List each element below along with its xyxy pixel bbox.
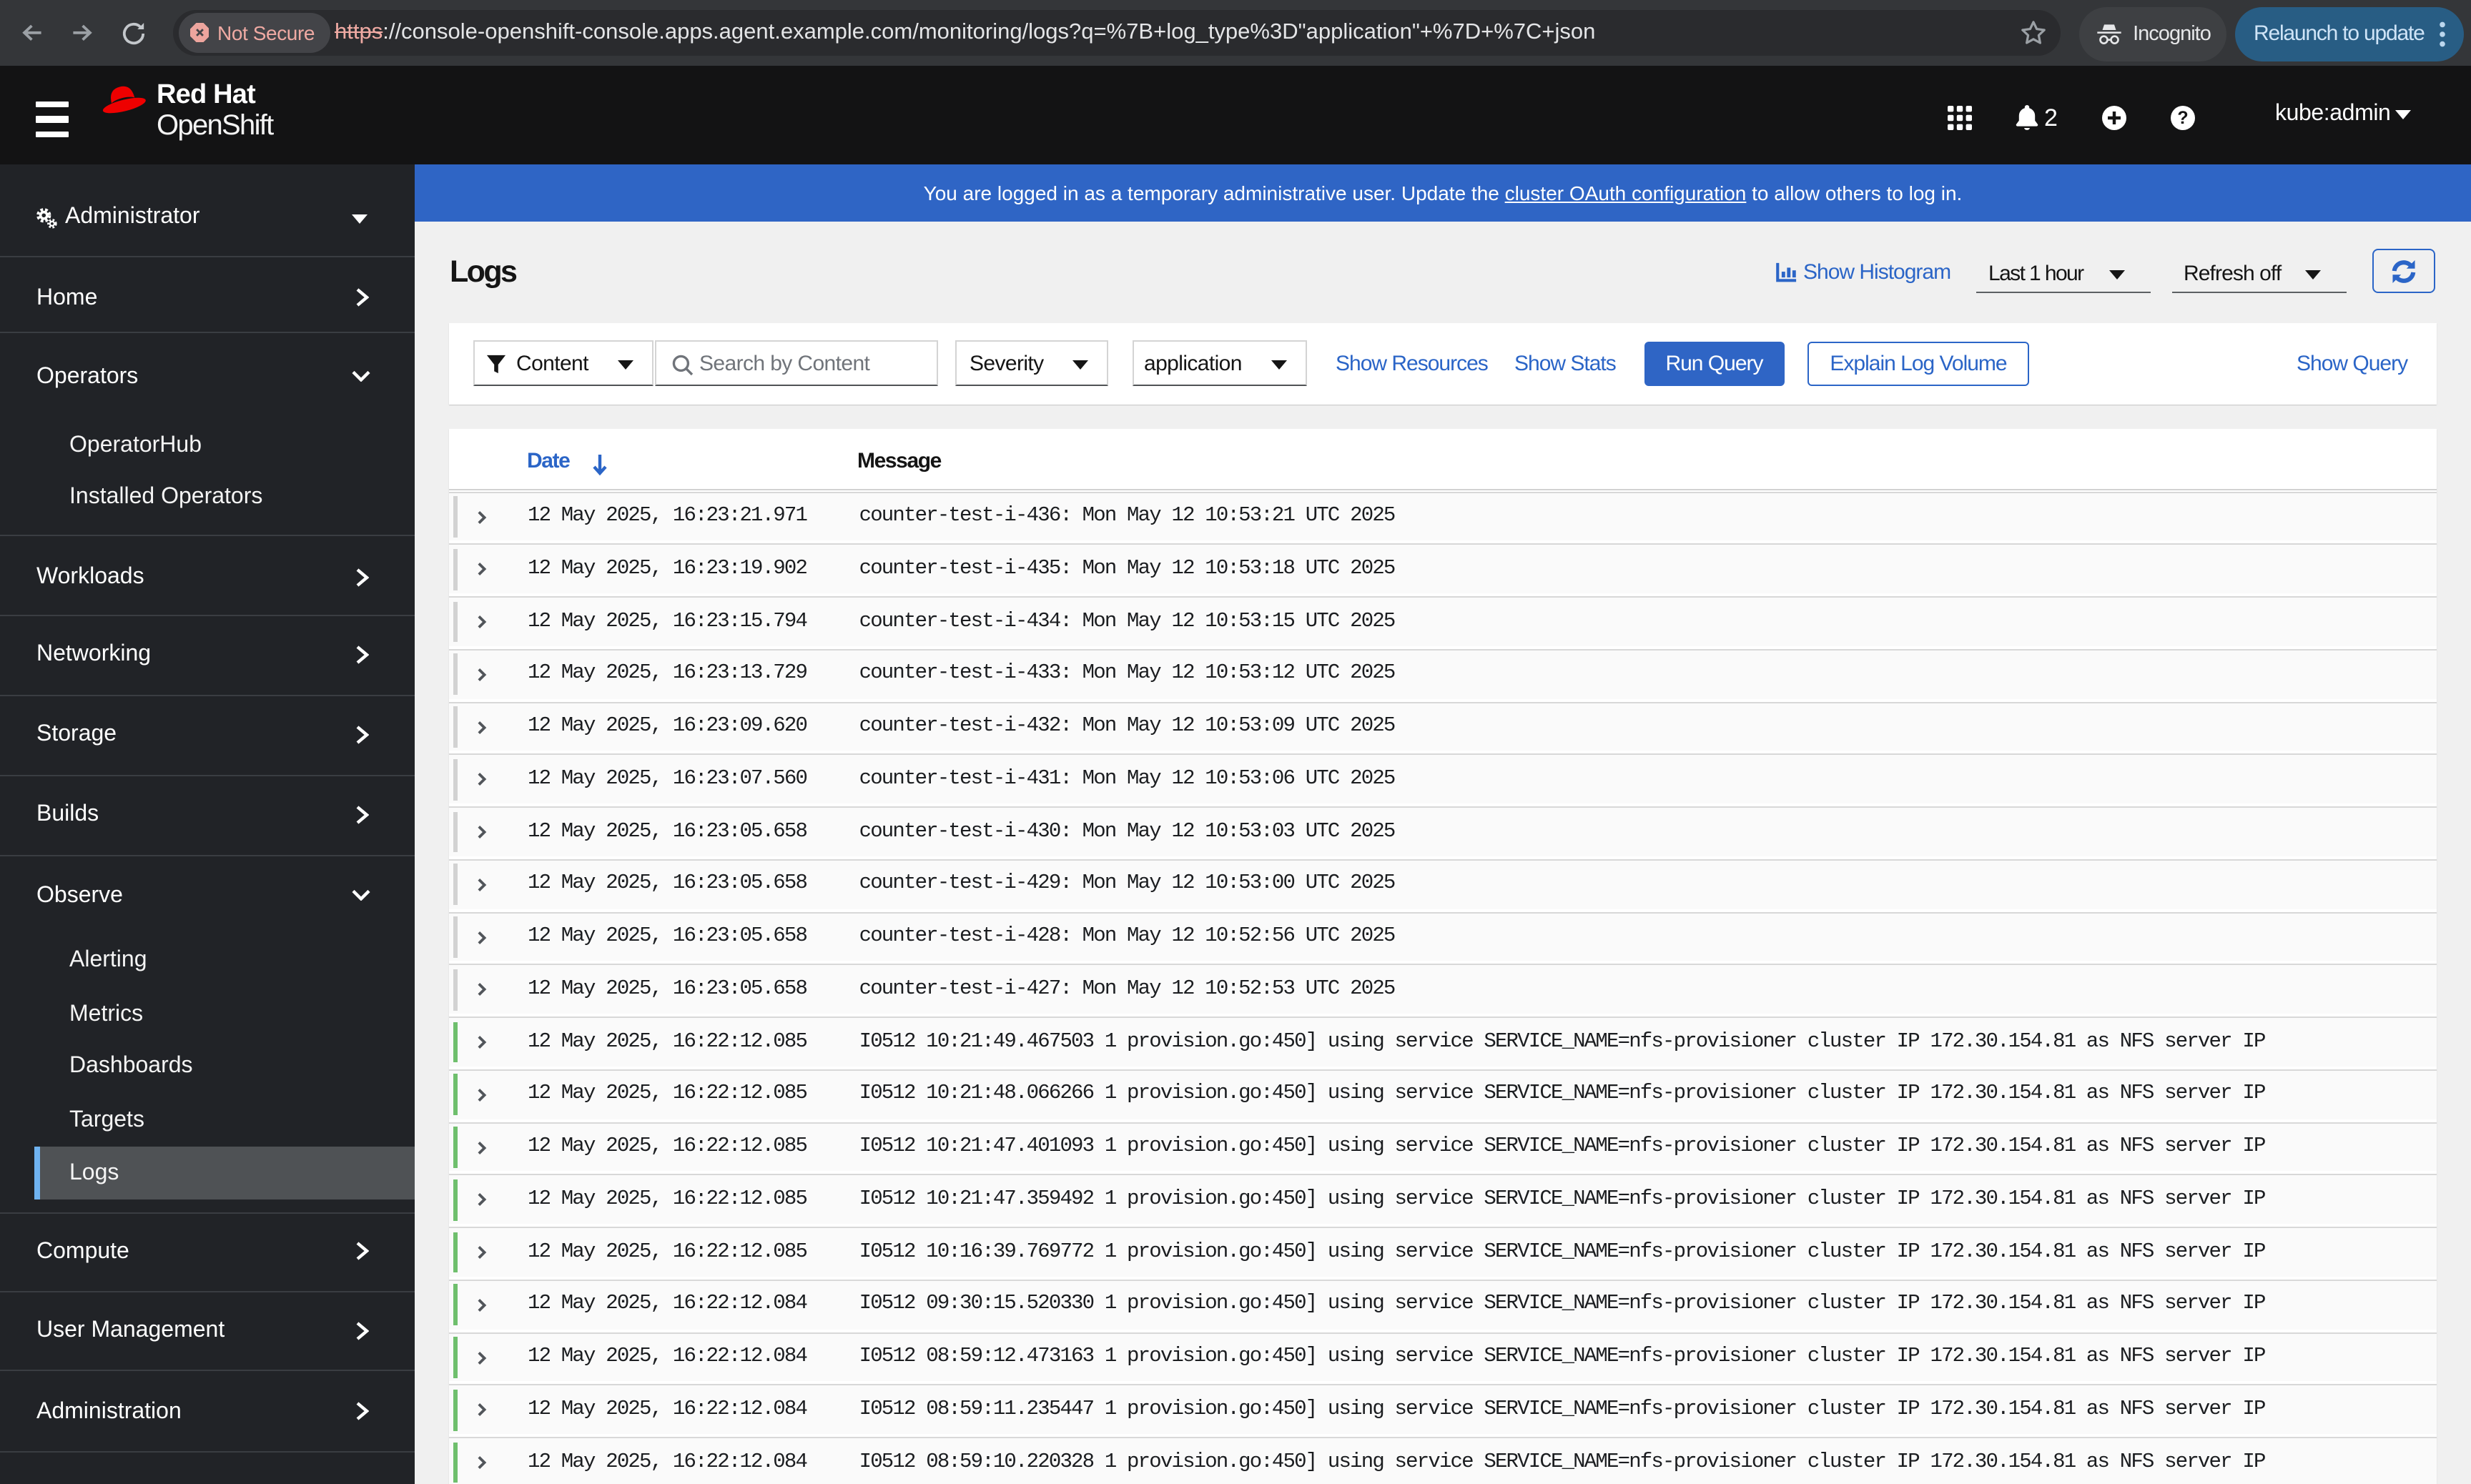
svg-text:?: ?: [2176, 108, 2187, 128]
